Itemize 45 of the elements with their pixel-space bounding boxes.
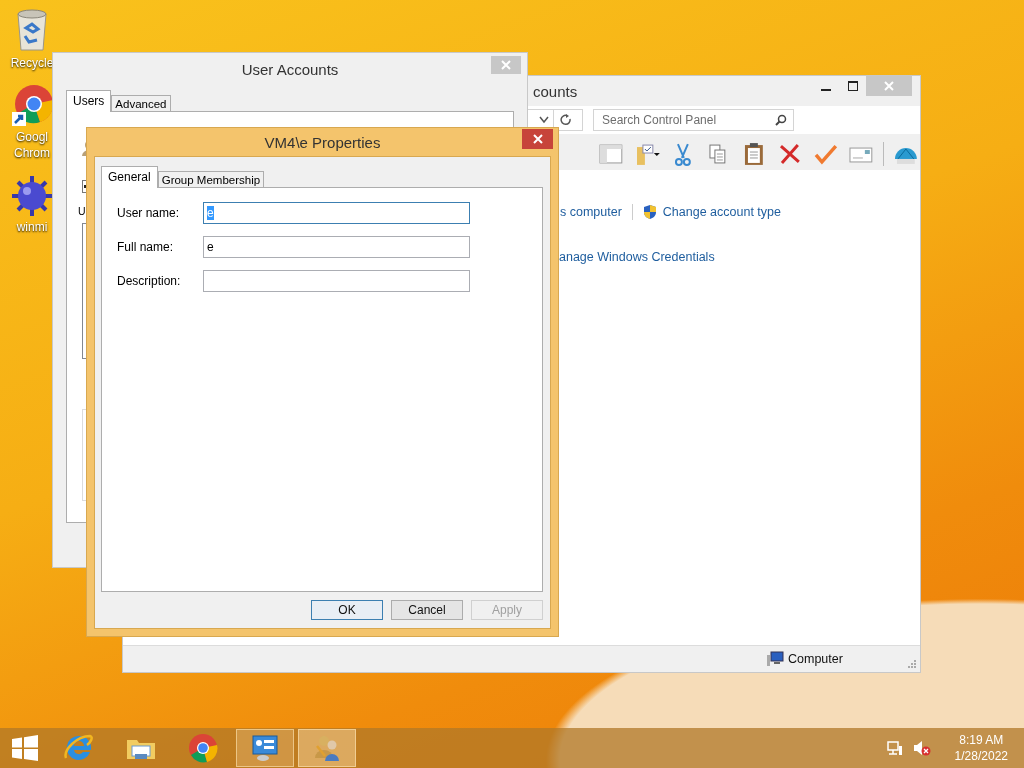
close-icon — [884, 81, 894, 91]
chrome-icon[interactable] — [10, 84, 54, 128]
maximize-icon — [847, 81, 858, 91]
speaker-muted-icon[interactable] — [912, 740, 931, 756]
field-label: U — [78, 205, 86, 217]
resize-grip-icon — [908, 660, 916, 668]
checkbox[interactable] — [82, 180, 86, 193]
dialog-button[interactable]: Cancel — [391, 600, 463, 620]
icon-label: Googl — [16, 130, 48, 144]
search-field[interactable]: Search Control Panel — [593, 109, 794, 131]
tab[interactable]: General — [101, 166, 158, 188]
tab[interactable]: Group Membership — [157, 171, 265, 187]
link[interactable]: s computer — [560, 205, 622, 219]
close-icon — [532, 134, 543, 144]
refresh-icon — [560, 114, 572, 126]
window-title: User Accounts — [241, 60, 339, 78]
tab[interactable]: Users — [66, 90, 112, 112]
icon-label: Chrom — [14, 146, 50, 160]
windows-logo-icon — [12, 735, 38, 761]
icon-label: Recycle — [10, 56, 54, 70]
text-field[interactable] — [203, 270, 470, 292]
status-text: Computer — [788, 652, 843, 666]
taskbar-button[interactable] — [298, 729, 356, 767]
shield-icon — [642, 204, 657, 220]
field-label: Full name: — [117, 240, 175, 254]
chrome-icon — [187, 732, 219, 764]
link[interactable]: anage Windows Credentials — [559, 250, 715, 264]
tab[interactable]: Advanced — [111, 95, 171, 111]
icon-label: winmi — [16, 220, 48, 234]
network-icon[interactable] — [886, 740, 903, 756]
link[interactable]: Change account type — [642, 204, 781, 220]
control-panel-icon — [249, 732, 281, 764]
text-field[interactable]: e — [203, 236, 470, 258]
window-title: counts — [533, 82, 578, 100]
computer-icon — [766, 651, 784, 667]
close-icon — [501, 60, 511, 70]
field-label: Description: — [117, 274, 182, 288]
dropdown-icon — [539, 116, 549, 124]
minimize-icon — [820, 89, 831, 91]
dialog-title: VM4\e Properties — [264, 133, 381, 151]
taskbar-button[interactable] — [236, 729, 294, 767]
field-label: User name: — [117, 206, 181, 220]
close-button[interactable] — [522, 129, 553, 149]
search-icon — [775, 114, 787, 126]
dialog-button[interactable]: OK — [311, 600, 383, 620]
